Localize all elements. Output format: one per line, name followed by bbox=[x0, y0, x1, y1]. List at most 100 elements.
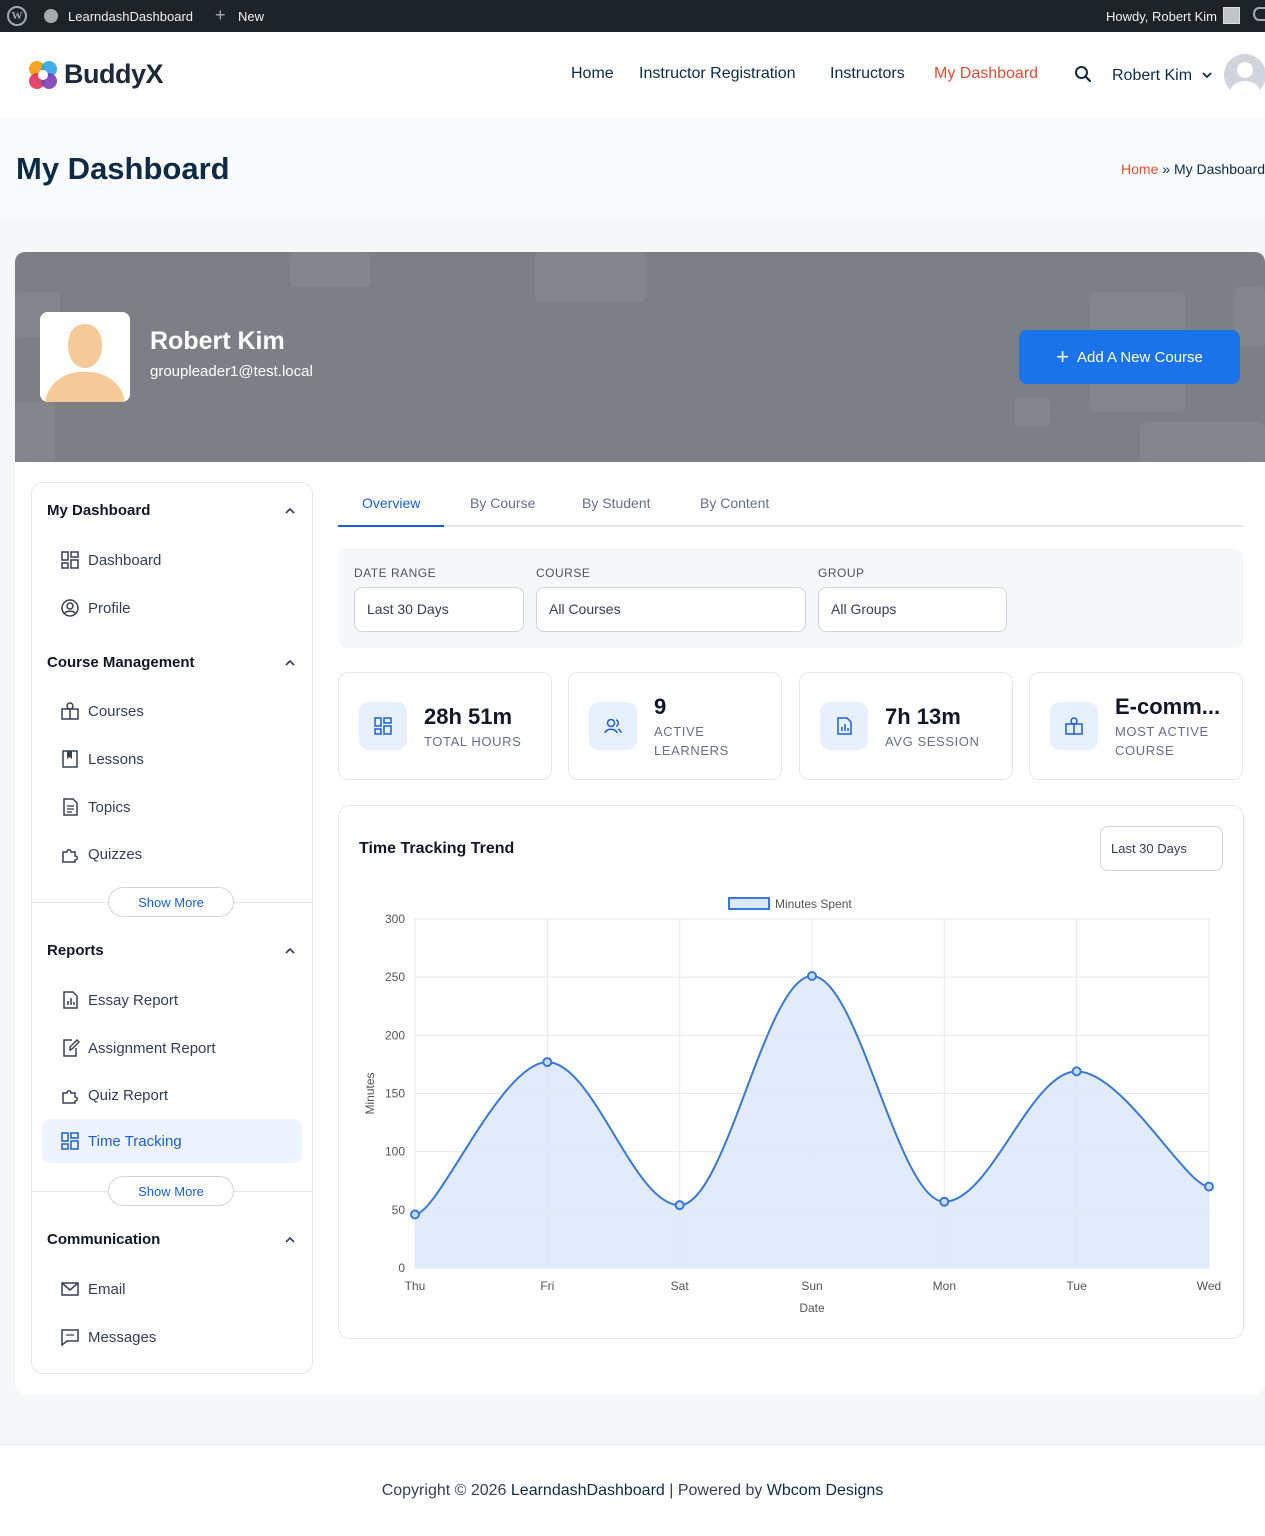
x-tick-label: Tue bbox=[1067, 1279, 1088, 1293]
nav-home[interactable]: Home bbox=[571, 65, 614, 83]
sidebar-item-lessons[interactable]: Lessons bbox=[42, 737, 302, 781]
stat-label: AVG SESSION bbox=[885, 734, 980, 749]
sidebar-item-label: Time Tracking bbox=[88, 1132, 182, 1150]
y-tick-label: 0 bbox=[398, 1261, 405, 1275]
course-select[interactable]: All Courses bbox=[536, 587, 806, 632]
breadcrumb-current: My Dashboard bbox=[1173, 161, 1265, 177]
sidebar-item-essay-report[interactable]: Essay Report bbox=[42, 978, 302, 1022]
sidebar-item-messages[interactable]: Messages bbox=[42, 1315, 302, 1359]
stat-card-avg-session: 7h 13m AVG SESSION bbox=[799, 672, 1013, 780]
chevron-up-icon[interactable] bbox=[284, 657, 296, 669]
nav-instructors[interactable]: Instructors bbox=[830, 65, 905, 83]
footer-site-link[interactable]: LearndashDashboard bbox=[511, 1482, 665, 1499]
sidebar-item-profile[interactable]: Profile bbox=[42, 586, 302, 630]
chevron-down-icon[interactable] bbox=[1201, 69, 1213, 81]
section-communication[interactable]: Communication bbox=[47, 1231, 160, 1248]
show-more-button[interactable]: Show More bbox=[108, 1176, 234, 1206]
data-point-sun bbox=[807, 971, 817, 982]
search-icon[interactable] bbox=[1074, 65, 1092, 83]
group-label: GROUP bbox=[818, 566, 865, 580]
y-tick-label: 250 bbox=[385, 970, 405, 984]
stat-card-active-learners: 9 ACTIVE LEARNERS bbox=[568, 672, 782, 780]
avatar[interactable] bbox=[1224, 54, 1265, 96]
sidebar-item-quizzes[interactable]: Quizzes bbox=[42, 832, 302, 876]
footer-copyright: Copyright © 2026 LearndashDashboard | Po… bbox=[0, 1482, 1265, 1500]
sidebar-item-topics[interactable]: Topics bbox=[42, 785, 302, 829]
chevron-up-icon[interactable] bbox=[284, 945, 296, 957]
sidebar-item-assignment-report[interactable]: Assignment Report bbox=[42, 1026, 302, 1070]
page-title: My Dashboard bbox=[16, 151, 230, 186]
user-menu-name[interactable]: Robert Kim bbox=[1112, 67, 1192, 85]
sidebar-item-label: Assignment Report bbox=[88, 1039, 216, 1057]
sidebar-item-email[interactable]: Email bbox=[42, 1267, 302, 1311]
course-icon bbox=[61, 702, 79, 720]
y-tick-label: 300 bbox=[385, 912, 405, 926]
x-tick-label: Mon bbox=[933, 1279, 956, 1293]
group-select[interactable]: All Groups bbox=[818, 587, 1007, 632]
wordpress-logo-icon[interactable]: W bbox=[7, 6, 27, 26]
data-point-mon bbox=[939, 1196, 950, 1207]
nav-my-dashboard[interactable]: My Dashboard bbox=[934, 65, 1038, 83]
tab-by-course[interactable]: By Course bbox=[446, 490, 559, 527]
sidebar-item-label: Courses bbox=[88, 702, 144, 720]
section-my-dashboard[interactable]: My Dashboard bbox=[47, 502, 150, 519]
dashboard-card: Robert Kim groupleader1@test.local + Add… bbox=[15, 252, 1265, 1394]
sidebar-item-label: Quiz Report bbox=[88, 1086, 169, 1104]
sidebar-item-dashboard[interactable]: Dashboard bbox=[42, 538, 302, 582]
sidebar-item-quiz-report[interactable]: Quiz Report bbox=[42, 1073, 302, 1117]
admin-search-icon[interactable] bbox=[1253, 7, 1265, 21]
section-reports[interactable]: Reports bbox=[47, 942, 104, 959]
tab-by-content[interactable]: By Content bbox=[676, 490, 793, 527]
chevron-up-icon[interactable] bbox=[284, 1234, 296, 1246]
sidebar-item-label: Essay Report bbox=[88, 991, 179, 1009]
time-tracking-chart-card: Time Tracking Trend Last 30 Days 0 50 100 1… bbox=[338, 805, 1244, 1339]
grid-icon bbox=[61, 551, 79, 569]
nav-instructor-registration[interactable]: Instructor Registration bbox=[639, 65, 796, 83]
add-new-course-button[interactable]: + Add A New Course bbox=[1019, 330, 1240, 384]
x-tick-label: Sat bbox=[671, 1279, 690, 1293]
legend-label: Minutes Spent bbox=[775, 897, 852, 911]
sidebar-item-courses[interactable]: Courses bbox=[42, 689, 302, 733]
y-tick-label: 150 bbox=[385, 1087, 405, 1101]
data-point-thu bbox=[410, 1209, 420, 1220]
dashboard-sidebar: My Dashboard Dashboard Profile Course Ma… bbox=[31, 482, 313, 1374]
admin-new-link[interactable]: New bbox=[238, 9, 264, 24]
edit-doc-icon bbox=[63, 1039, 80, 1057]
plus-icon: + bbox=[215, 5, 226, 25]
area-fill bbox=[415, 976, 1209, 1268]
brand-logo-icon[interactable] bbox=[25, 57, 61, 93]
footer-company-link[interactable]: Wbcom Designs bbox=[767, 1482, 883, 1499]
tab-overview[interactable]: Overview bbox=[338, 490, 445, 527]
show-more-button[interactable]: Show More bbox=[108, 887, 234, 917]
brand-name[interactable]: BuddyX bbox=[64, 59, 164, 90]
breadcrumb-home[interactable]: Home bbox=[1121, 161, 1158, 177]
data-point-wed bbox=[1204, 1181, 1214, 1192]
course-label: COURSE bbox=[536, 566, 591, 580]
breadcrumb: Home » My Dashboard bbox=[1121, 161, 1265, 177]
profile-email: groupleader1@test.local bbox=[150, 363, 313, 380]
profile-avatar[interactable] bbox=[40, 312, 130, 402]
stat-value: 9 bbox=[654, 694, 667, 719]
admin-howdy[interactable]: Howdy, Robert Kim bbox=[1106, 9, 1217, 24]
sidebar-item-label: Lessons bbox=[88, 750, 144, 768]
admin-site-name[interactable]: LearndashDashboard bbox=[68, 9, 193, 24]
sidebar-item-label: Messages bbox=[88, 1328, 157, 1346]
page-header: My Dashboard Home » My Dashboard bbox=[0, 118, 1265, 218]
section-course-management[interactable]: Course Management bbox=[47, 654, 195, 671]
y-tick-label: 50 bbox=[392, 1203, 406, 1217]
breadcrumb-separator: » bbox=[1162, 161, 1171, 177]
bookmark-icon bbox=[62, 750, 78, 768]
admin-avatar[interactable] bbox=[1223, 7, 1240, 24]
course-icon bbox=[1050, 702, 1098, 750]
y-tick-label: 100 bbox=[385, 1145, 405, 1159]
tab-by-student[interactable]: By Student bbox=[558, 490, 675, 527]
data-point-sat bbox=[674, 1200, 685, 1211]
sidebar-item-time-tracking[interactable]: Time Tracking bbox=[42, 1119, 302, 1163]
users-icon bbox=[589, 702, 637, 750]
chevron-up-icon[interactable] bbox=[284, 505, 296, 517]
data-point-tue bbox=[1071, 1066, 1082, 1077]
x-tick-label: Sun bbox=[801, 1279, 822, 1293]
date-range-select[interactable]: Last 30 Days bbox=[354, 587, 524, 632]
y-tick-label: 200 bbox=[385, 1028, 405, 1042]
stat-card-most-active-course: E-comm... MOST ACTIVE COURSE bbox=[1029, 672, 1243, 780]
